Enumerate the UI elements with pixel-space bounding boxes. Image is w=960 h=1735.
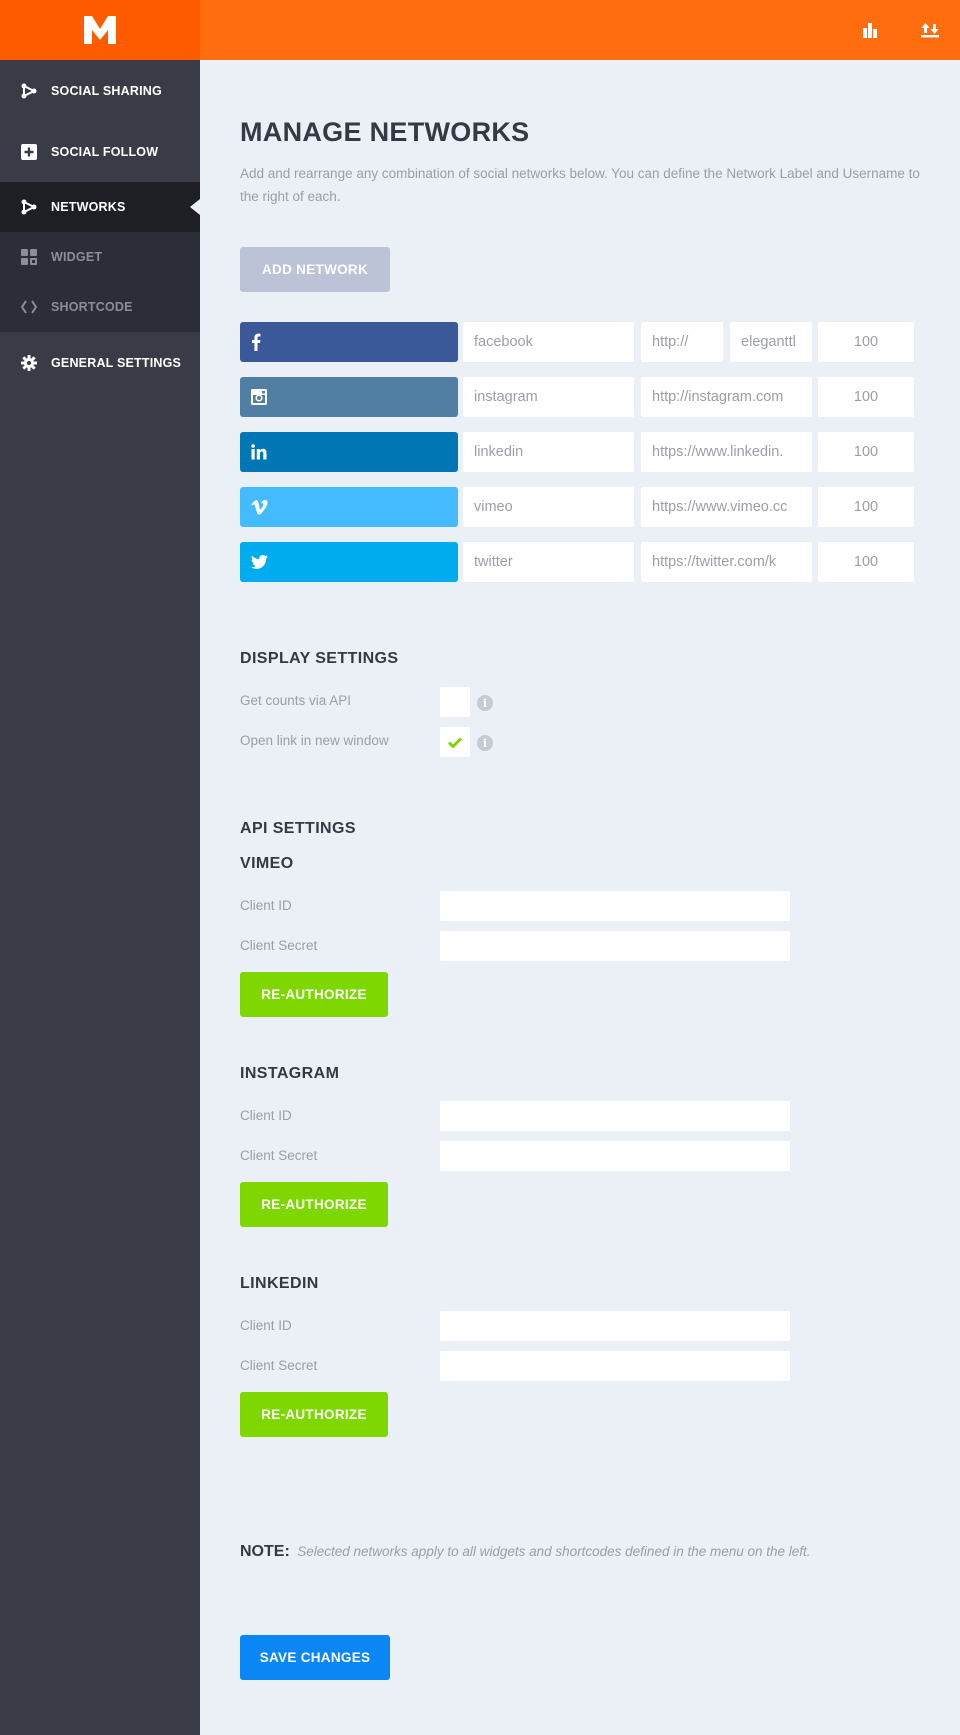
linkedin-icon bbox=[251, 444, 267, 460]
topbar bbox=[200, 0, 960, 60]
widget-grid-icon bbox=[20, 248, 38, 266]
page-description: Add and rearrange any combination of soc… bbox=[240, 166, 920, 204]
network-label-field[interactable]: twitter bbox=[463, 542, 634, 582]
sidebar: SOCIAL SHARING SOCIAL FOLLOW NETWORKS WI… bbox=[0, 0, 200, 1735]
linkedin-client-id-input[interactable] bbox=[440, 1311, 790, 1341]
api-settings-heading: API SETTINGS bbox=[240, 820, 356, 837]
network-drag-handle[interactable] bbox=[240, 322, 458, 362]
info-icon[interactable]: i bbox=[477, 695, 493, 711]
import-export-button[interactable] bbox=[918, 18, 942, 42]
network-username-field[interactable]: eleganttl bbox=[730, 322, 812, 362]
note-label: NOTE: bbox=[240, 1543, 290, 1560]
network-count-field[interactable]: 100 bbox=[818, 432, 914, 472]
network-drag-handle[interactable] bbox=[240, 432, 458, 472]
sidebar-item-widget[interactable]: WIDGET bbox=[0, 232, 200, 282]
network-count-field[interactable]: 100 bbox=[818, 487, 914, 527]
client-secret-label: Client Secret bbox=[240, 1148, 318, 1163]
instagram-client-id-input[interactable] bbox=[440, 1101, 790, 1131]
network-url-field[interactable]: https://twitter.com/k bbox=[641, 542, 812, 582]
network-url-prefix-field[interactable]: http:// bbox=[641, 322, 723, 362]
get-counts-checkbox[interactable] bbox=[440, 687, 470, 717]
share-icon bbox=[20, 198, 38, 216]
network-row-facebook: facebook http:// eleganttl 100 bbox=[240, 322, 914, 362]
sidebar-item-general-settings[interactable]: GENERAL SETTINGS bbox=[0, 332, 200, 394]
network-count-field[interactable]: 100 bbox=[818, 322, 914, 362]
linkedin-client-secret-input[interactable] bbox=[440, 1351, 790, 1381]
open-new-window-label: Open link in new window bbox=[240, 733, 389, 748]
vimeo-reauthorize-button[interactable]: RE-AUTHORIZE bbox=[240, 972, 388, 1017]
sidebar-item-shortcode[interactable]: SHORTCODE bbox=[0, 282, 200, 332]
client-id-label: Client ID bbox=[240, 1108, 292, 1123]
logo[interactable] bbox=[0, 0, 200, 60]
instagram-client-secret-input[interactable] bbox=[440, 1141, 790, 1171]
client-id-label: Client ID bbox=[240, 1318, 292, 1333]
network-drag-handle[interactable] bbox=[240, 487, 458, 527]
import-export-icon bbox=[921, 23, 939, 38]
sidebar-item-label: GENERAL SETTINGS bbox=[51, 356, 182, 370]
code-icon bbox=[20, 298, 38, 316]
vimeo-client-secret-input[interactable] bbox=[440, 931, 790, 961]
api-group-title-instagram: INSTAGRAM bbox=[240, 1065, 340, 1082]
save-changes-button[interactable]: SAVE CHANGES bbox=[240, 1635, 390, 1680]
network-count-field[interactable]: 100 bbox=[818, 377, 914, 417]
network-label-field[interactable]: instagram bbox=[463, 377, 634, 417]
network-url-field[interactable]: http://instagram.com bbox=[641, 377, 812, 417]
facebook-icon bbox=[252, 333, 261, 351]
note-text: Selected networks apply to all widgets a… bbox=[297, 1544, 811, 1559]
network-count-field[interactable]: 100 bbox=[818, 542, 914, 582]
open-new-window-checkbox[interactable] bbox=[440, 727, 470, 757]
network-url-field[interactable]: https://www.linkedin. bbox=[641, 432, 812, 472]
sidebar-item-label: SOCIAL FOLLOW bbox=[51, 145, 159, 159]
sidebar-item-label: NETWORKS bbox=[51, 200, 126, 214]
network-row-vimeo: vimeo https://www.vimeo.cc 100 bbox=[240, 487, 914, 527]
info-icon[interactable]: i bbox=[477, 735, 493, 751]
logo-icon bbox=[84, 16, 116, 44]
network-label-field[interactable]: linkedin bbox=[463, 432, 634, 472]
instagram-reauthorize-button[interactable]: RE-AUTHORIZE bbox=[240, 1182, 388, 1227]
check-icon bbox=[448, 736, 462, 748]
gear-icon bbox=[20, 354, 38, 372]
plus-square-icon bbox=[20, 143, 38, 161]
network-label-field[interactable]: vimeo bbox=[463, 487, 634, 527]
twitter-icon bbox=[251, 555, 268, 569]
client-id-label: Client ID bbox=[240, 898, 292, 913]
linkedin-reauthorize-button[interactable]: RE-AUTHORIZE bbox=[240, 1392, 388, 1437]
client-secret-label: Client Secret bbox=[240, 1358, 318, 1373]
sidebar-item-networks[interactable]: NETWORKS bbox=[0, 182, 200, 232]
sidebar-item-label: SHORTCODE bbox=[51, 300, 133, 314]
network-drag-handle[interactable] bbox=[240, 377, 458, 417]
api-group-title-vimeo: VIMEO bbox=[240, 855, 294, 872]
network-row-twitter: twitter https://twitter.com/k 100 bbox=[240, 542, 914, 582]
api-group-title-linkedin: LINKEDIN bbox=[240, 1275, 319, 1292]
instagram-icon bbox=[251, 389, 267, 405]
network-row-linkedin: linkedin https://www.linkedin. 100 bbox=[240, 432, 914, 472]
page-title: MANAGE NETWORKS bbox=[240, 117, 530, 147]
client-secret-label: Client Secret bbox=[240, 938, 318, 953]
sidebar-item-label: SOCIAL SHARING bbox=[51, 84, 162, 98]
sidebar-item-label: WIDGET bbox=[51, 250, 103, 264]
sidebar-item-social-follow[interactable]: SOCIAL FOLLOW bbox=[0, 122, 200, 182]
bar-chart-icon bbox=[863, 23, 877, 38]
vimeo-client-id-input[interactable] bbox=[440, 891, 790, 921]
network-drag-handle[interactable] bbox=[240, 542, 458, 582]
vimeo-icon bbox=[251, 499, 268, 515]
stats-button[interactable] bbox=[858, 18, 882, 42]
active-indicator bbox=[190, 199, 200, 215]
add-network-button[interactable]: ADD NETWORK bbox=[240, 247, 390, 292]
display-settings-heading: DISPLAY SETTINGS bbox=[240, 650, 399, 667]
network-row-instagram: instagram http://instagram.com 100 bbox=[240, 377, 914, 417]
share-icon bbox=[20, 82, 38, 100]
get-counts-label: Get counts via API bbox=[240, 693, 352, 708]
network-label-field[interactable]: facebook bbox=[463, 322, 634, 362]
sidebar-item-social-sharing[interactable]: SOCIAL SHARING bbox=[0, 60, 200, 122]
note: NOTE: Selected networks apply to all wid… bbox=[240, 1543, 811, 1561]
network-url-field[interactable]: https://www.vimeo.cc bbox=[641, 487, 812, 527]
